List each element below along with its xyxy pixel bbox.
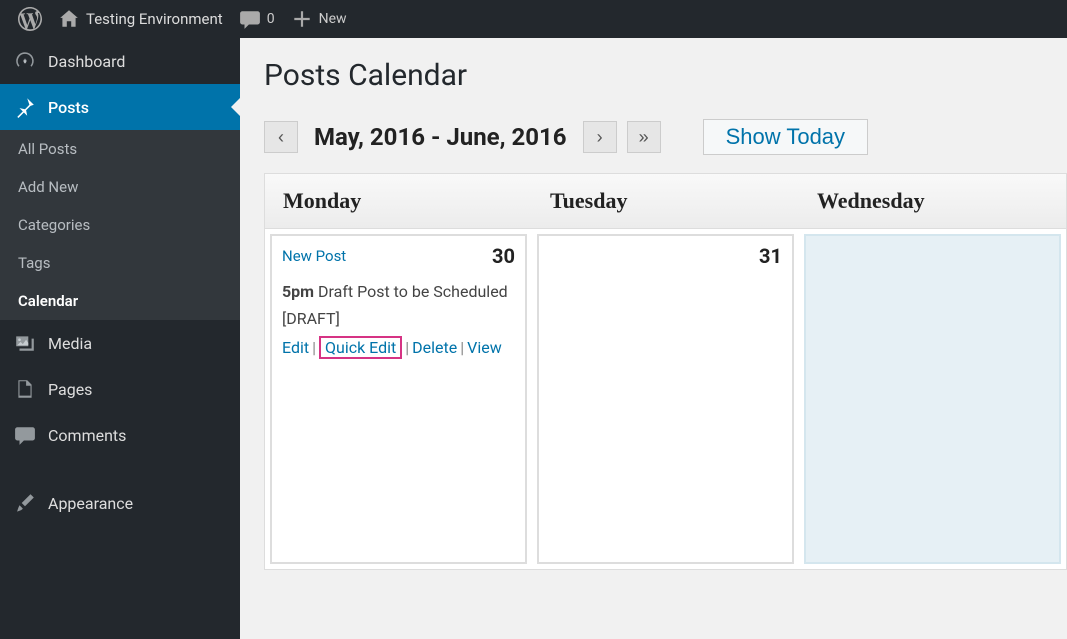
calendar-body: New Post 30 5pm Draft Post to be Schedul… (265, 229, 1066, 569)
sub-categories[interactable]: Categories (0, 206, 240, 244)
sidebar-item-dashboard[interactable]: Dashboard (0, 38, 240, 84)
comments-label: Comments (48, 426, 126, 445)
sidebar-item-appearance[interactable]: Appearance (0, 480, 240, 526)
main-content: Posts Calendar ‹ May, 2016 - June, 2016 … (240, 38, 1067, 639)
sidebar-item-comments[interactable]: Comments (0, 412, 240, 458)
col-tuesday: Tuesday (532, 174, 799, 228)
comments-link[interactable]: 0 (231, 0, 283, 38)
calendar-day-30[interactable]: New Post 30 5pm Draft Post to be Schedul… (270, 234, 527, 564)
media-icon (14, 332, 36, 354)
pin-icon (14, 96, 36, 118)
entry-title: Draft Post to be Scheduled [DRAFT] (282, 282, 508, 328)
date-range: May, 2016 - June, 2016 (308, 123, 573, 151)
sub-calendar[interactable]: Calendar (0, 282, 240, 320)
posts-submenu: All Posts Add New Categories Tags Calend… (0, 130, 240, 320)
sub-tags[interactable]: Tags (0, 244, 240, 282)
sidebar-item-posts[interactable]: Posts (0, 84, 240, 130)
new-content-link[interactable]: New (283, 0, 355, 38)
prev-month-button[interactable]: ‹ (264, 121, 298, 153)
admin-sidebar: Dashboard Posts All Posts Add New Catego… (0, 38, 240, 639)
col-monday: Monday (265, 174, 532, 228)
entry-actions: Edit|Quick Edit|Delete|View (282, 338, 515, 357)
edit-link[interactable]: Edit (282, 338, 309, 357)
new-post-link[interactable]: New Post (282, 247, 346, 265)
show-today-button[interactable]: Show Today (703, 119, 868, 155)
sub-all-posts[interactable]: All Posts (0, 130, 240, 168)
new-label: New (319, 11, 347, 27)
pages-icon (14, 378, 36, 400)
wp-logo[interactable] (10, 0, 50, 38)
day-number: 30 (492, 244, 515, 268)
admin-toolbar: Testing Environment 0 New (0, 0, 1067, 38)
dashboard-icon (14, 50, 36, 72)
calendar-day-31[interactable]: 31 (537, 234, 794, 564)
view-link[interactable]: View (467, 338, 502, 357)
calendar-entry: 5pm Draft Post to be Scheduled [DRAFT] (282, 278, 515, 332)
calendar-grid: Monday Tuesday Wednesday New Post 30 5pm… (264, 173, 1067, 570)
calendar-header-row: Monday Tuesday Wednesday (265, 174, 1066, 229)
col-wednesday: Wednesday (799, 174, 1066, 228)
appearance-label: Appearance (48, 494, 133, 513)
day-header: New Post 30 (282, 244, 515, 268)
site-link[interactable]: Testing Environment (50, 0, 231, 38)
media-label: Media (48, 334, 92, 353)
entry-time: 5pm (282, 282, 314, 301)
day-header: 31 (549, 244, 782, 268)
home-icon (58, 8, 80, 30)
posts-label: Posts (48, 98, 89, 117)
pages-label: Pages (48, 380, 92, 399)
quick-edit-link[interactable]: Quick Edit (319, 336, 402, 359)
plus-icon (291, 8, 313, 30)
calendar-nav: ‹ May, 2016 - June, 2016 › » Show Today (264, 119, 1067, 155)
dashboard-label: Dashboard (48, 52, 125, 71)
sub-add-new[interactable]: Add New (0, 168, 240, 206)
sidebar-separator (0, 458, 240, 480)
comments-count: 0 (267, 11, 275, 27)
next-month-button[interactable]: › (583, 121, 617, 153)
page-title: Posts Calendar (264, 58, 1067, 93)
day-number: 31 (759, 244, 782, 268)
comments-icon (14, 424, 36, 446)
calendar-day-next[interactable] (804, 234, 1061, 564)
comment-icon (239, 8, 261, 30)
delete-link[interactable]: Delete (412, 338, 457, 357)
brush-icon (14, 492, 36, 514)
sidebar-item-pages[interactable]: Pages (0, 366, 240, 412)
site-name: Testing Environment (86, 10, 223, 28)
next-double-button[interactable]: » (627, 121, 661, 153)
sidebar-item-media[interactable]: Media (0, 320, 240, 366)
